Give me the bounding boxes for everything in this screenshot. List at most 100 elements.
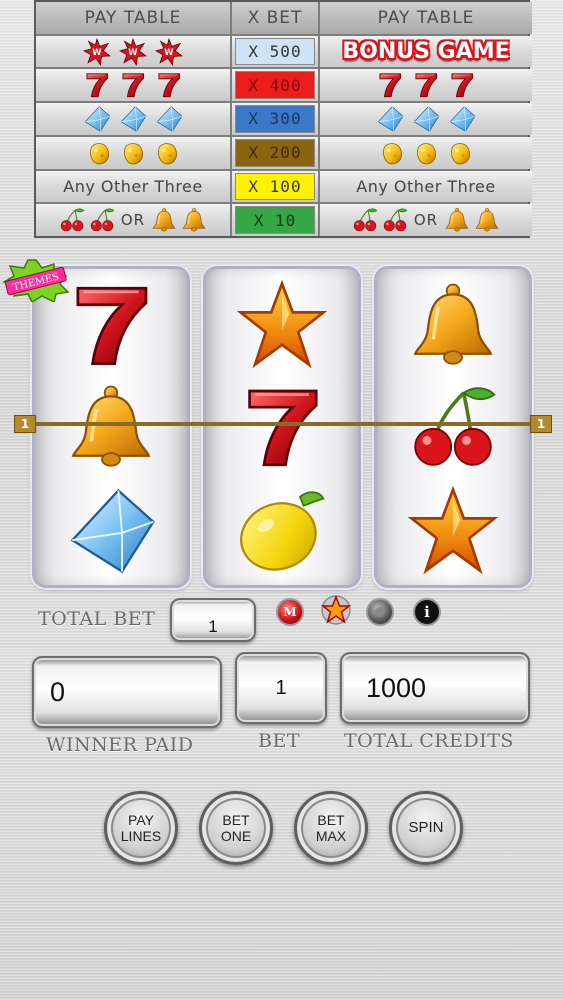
gold-nugget-icon bbox=[413, 140, 439, 166]
pay-table: PAY TABLE X BET PAY TABLE X 500 BONUS GA… bbox=[34, 0, 532, 238]
payline-right-tag: 1 bbox=[530, 415, 552, 433]
bet-one-button[interactable]: BET ONE bbox=[199, 791, 273, 865]
pay-row-seven-symbols-right bbox=[320, 69, 532, 102]
pay-row-seven-multiplier-cell: X 400 bbox=[232, 69, 318, 102]
diamond-icon bbox=[412, 105, 440, 133]
pay-lines-label-line1: PAY bbox=[128, 812, 154, 828]
reel-2-bottom-slot bbox=[206, 481, 358, 581]
multiplier-10: X 10 bbox=[235, 206, 315, 234]
diamond-icon bbox=[448, 105, 476, 133]
gold-nugget-icon bbox=[86, 140, 112, 166]
cherry-icon bbox=[382, 207, 408, 233]
pay-row-wild-symbols bbox=[36, 35, 230, 68]
bell-icon bbox=[408, 279, 498, 371]
reel-2-middle-slot bbox=[206, 377, 358, 477]
bet-label: BET bbox=[258, 730, 301, 752]
diamond-icon bbox=[65, 485, 157, 577]
multiplier-100: X 100 bbox=[235, 172, 315, 201]
seven-icon bbox=[448, 70, 476, 100]
gold-nugget-icon bbox=[379, 140, 405, 166]
wild-icon bbox=[83, 38, 111, 66]
pay-row-cherry-bell-multiplier-cell: X 10 bbox=[232, 204, 318, 236]
or-label: OR bbox=[413, 211, 439, 230]
multiplier-500: X 500 bbox=[235, 37, 315, 66]
bet-one-label-line1: BET bbox=[222, 812, 250, 828]
multiplier-300: X 300 bbox=[235, 105, 315, 133]
sound-toggle-button[interactable] bbox=[366, 598, 394, 626]
pay-row-seven-symbols bbox=[36, 69, 230, 102]
bell-icon bbox=[474, 207, 500, 233]
gold-nugget-icon bbox=[447, 140, 473, 166]
reel-3 bbox=[374, 266, 532, 588]
wild-icon bbox=[155, 38, 183, 66]
bell-icon bbox=[151, 207, 177, 233]
gold-nugget-icon bbox=[154, 140, 180, 166]
reel-1-bottom-slot bbox=[35, 481, 187, 581]
cherry-icon bbox=[89, 207, 115, 233]
seven-icon bbox=[119, 70, 147, 100]
multiplier-200: X 200 bbox=[235, 138, 315, 167]
pay-row-any-three-left: Any Other Three bbox=[36, 170, 230, 203]
info-button[interactable]: i bbox=[413, 598, 441, 626]
pay-row-gold-multiplier-cell: X 200 bbox=[232, 136, 318, 169]
spin-button[interactable]: SPIN bbox=[389, 791, 463, 865]
menu-button[interactable]: M bbox=[276, 598, 304, 626]
total-bet-display: 1 bbox=[170, 598, 256, 642]
pay-row-diamond-multiplier-cell: X 300 bbox=[232, 103, 318, 135]
bell-icon bbox=[444, 207, 470, 233]
cherry-icon bbox=[59, 207, 85, 233]
reel-3-bottom-slot bbox=[377, 481, 529, 581]
reel-3-top-slot bbox=[377, 275, 529, 375]
pay-row-diamond-symbols bbox=[36, 103, 230, 135]
pay-table-header-left: PAY TABLE bbox=[36, 2, 230, 34]
bonus-game-label: BONUS GAME bbox=[342, 39, 510, 65]
themes-button[interactable]: THEMES bbox=[2, 258, 70, 302]
spin-label: SPIN bbox=[408, 819, 444, 836]
star-icon bbox=[408, 486, 498, 576]
reel-1-middle-slot bbox=[35, 377, 187, 477]
bet-max-button[interactable]: BET MAX bbox=[294, 791, 368, 865]
pay-lines-label-line2: LINES bbox=[120, 828, 162, 844]
lemon-icon bbox=[235, 486, 329, 576]
seven-icon bbox=[155, 70, 183, 100]
gold-nugget-icon bbox=[120, 140, 146, 166]
payline bbox=[14, 422, 548, 426]
seven-icon bbox=[376, 70, 404, 100]
reel-3-middle-slot bbox=[377, 377, 529, 477]
seven-icon bbox=[412, 70, 440, 100]
total-bet-label: TOTAL BET bbox=[38, 608, 156, 630]
bell-icon bbox=[66, 381, 156, 473]
bell-icon bbox=[181, 207, 207, 233]
cherry-icon bbox=[352, 207, 378, 233]
pay-row-diamond-symbols-right bbox=[320, 103, 532, 135]
seven-icon bbox=[237, 379, 327, 475]
star-icon bbox=[237, 280, 327, 370]
pay-lines-button[interactable]: PAY LINES bbox=[104, 791, 178, 865]
diamond-icon bbox=[83, 105, 111, 133]
pay-row-gold-symbols-right bbox=[320, 136, 532, 169]
bet-max-label-line1: BET bbox=[317, 812, 345, 828]
or-label: OR bbox=[120, 211, 146, 230]
reel-1 bbox=[32, 266, 190, 588]
pay-row-wild-bonus: BONUS GAME bbox=[320, 35, 532, 68]
total-credits-display: 1000 bbox=[340, 652, 530, 724]
pay-row-cherry-bell-left: OR bbox=[36, 204, 230, 236]
pay-table-header-right: PAY TABLE bbox=[320, 2, 532, 34]
seven-icon bbox=[65, 277, 157, 373]
pay-row-cherry-bell-right: OR bbox=[320, 204, 532, 236]
pay-row-wild-multiplier-cell: X 500 bbox=[232, 35, 318, 68]
payline-left-tag: 1 bbox=[14, 415, 36, 433]
diamond-icon bbox=[119, 105, 147, 133]
pay-row-gold-symbols bbox=[36, 136, 230, 169]
reel-2 bbox=[203, 266, 361, 588]
bet-max-label-line2: MAX bbox=[315, 828, 347, 844]
pay-table-header-multiplier: X BET bbox=[232, 2, 318, 34]
pay-row-any-three-multiplier-cell: X 100 bbox=[232, 170, 318, 203]
favorite-star-button[interactable] bbox=[320, 594, 352, 626]
total-credits-label: TOTAL CREDITS bbox=[344, 730, 514, 752]
pay-row-any-three-right: Any Other Three bbox=[320, 170, 532, 203]
cherry-icon bbox=[408, 382, 498, 472]
winner-paid-display: 0 bbox=[32, 656, 222, 728]
bet-display: 1 bbox=[235, 652, 327, 724]
diamond-icon bbox=[155, 105, 183, 133]
